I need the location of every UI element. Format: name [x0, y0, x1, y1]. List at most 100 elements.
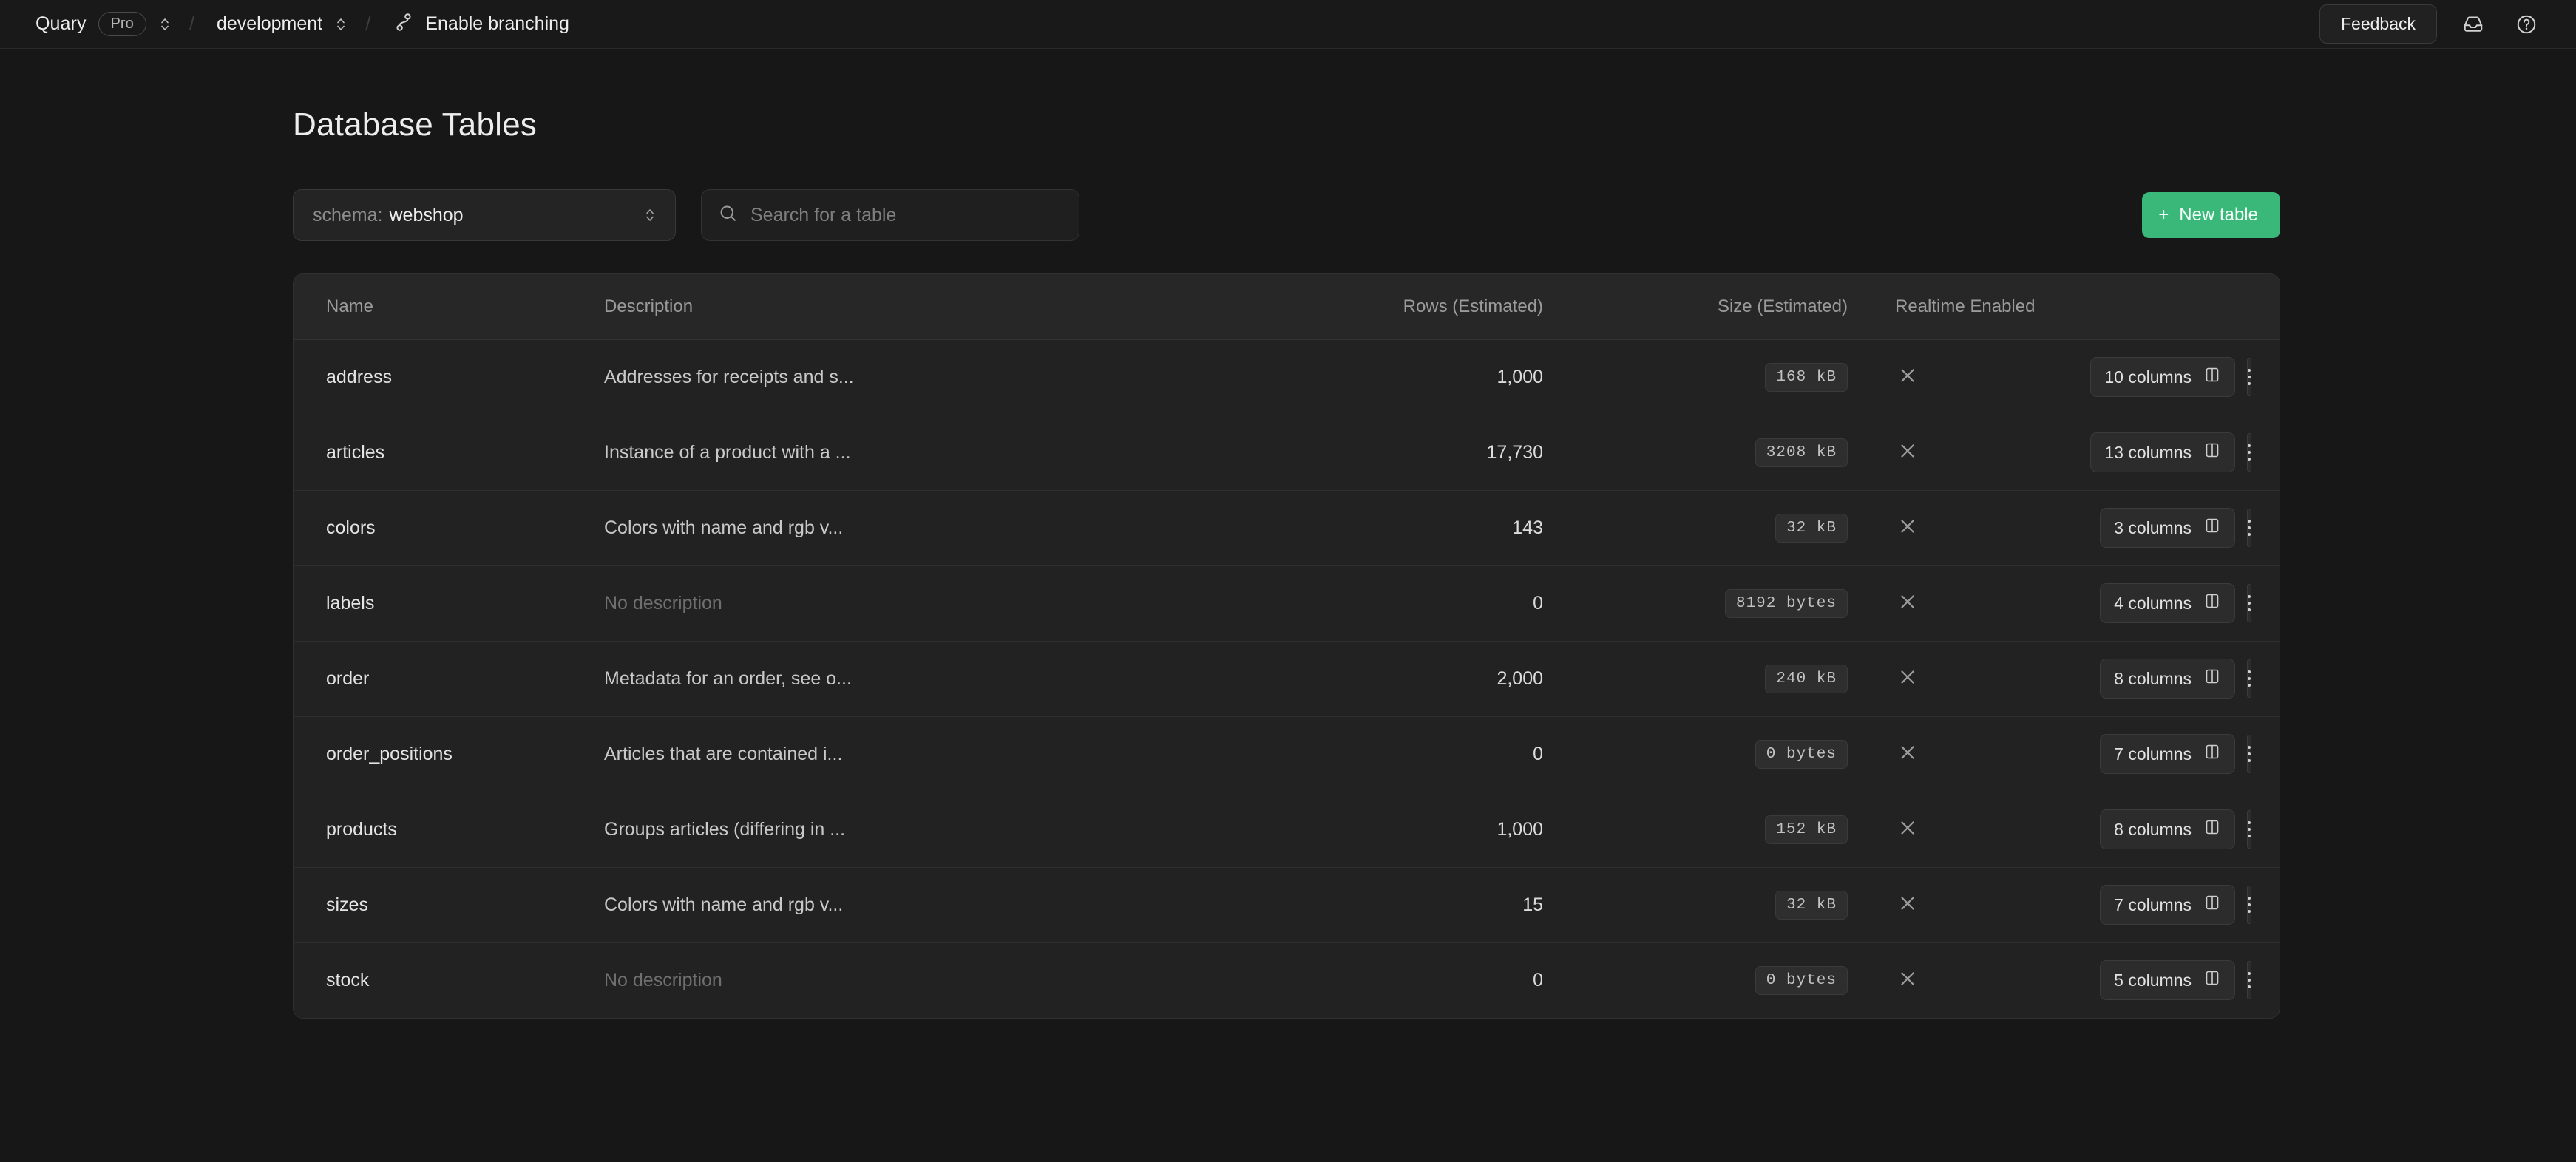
table-rows-estimated-cell: 0 [1151, 565, 1543, 641]
x-icon[interactable] [1895, 363, 1920, 388]
table-rows-estimated-cell: 17,730 [1151, 415, 1543, 490]
columns-button-label: 8 columns [2114, 669, 2192, 689]
table-size-cell: 0 bytes [1543, 942, 1861, 1018]
columns-button[interactable]: 7 columns [2100, 734, 2235, 774]
columns-button-label: 8 columns [2114, 820, 2192, 840]
table-name-cell[interactable]: order_positions [294, 716, 604, 792]
table-description-cell: Colors with name and rgb v... [604, 490, 1151, 565]
columns-button-label: 10 columns [2104, 367, 2192, 387]
size-badge: 8192 bytes [1725, 589, 1848, 618]
columns-icon [2203, 743, 2221, 765]
row-menu-button[interactable] [2247, 735, 2251, 773]
x-icon[interactable] [1895, 815, 1920, 840]
table-size-cell: 240 kB [1543, 641, 1861, 716]
x-icon[interactable] [1895, 966, 1920, 991]
table-rows-estimated-cell: 15 [1151, 867, 1543, 942]
row-menu-button[interactable] [2247, 584, 2251, 622]
row-menu-button[interactable] [2247, 659, 2251, 698]
vertical-dots-icon [2248, 821, 2251, 837]
columns-button[interactable]: 8 columns [2100, 809, 2235, 849]
columns-icon [2203, 517, 2221, 539]
columns-button[interactable]: 7 columns [2100, 885, 2235, 925]
realtime-enabled-cell [1861, 867, 2105, 942]
column-header-name: Name [294, 274, 604, 339]
x-icon[interactable] [1895, 740, 1920, 765]
schema-select[interactable]: schema: webshop [293, 189, 676, 241]
column-header-size: Size (Estimated) [1543, 274, 1861, 339]
columns-button[interactable]: 10 columns [2090, 357, 2235, 397]
table-name-cell[interactable]: colors [294, 490, 604, 565]
new-table-button[interactable]: + New table [2142, 192, 2280, 238]
x-icon[interactable] [1895, 891, 1920, 916]
table-description-cell: Instance of a product with a ... [604, 415, 1151, 490]
table-row[interactable]: sizesColors with name and rgb v...1532 k… [294, 867, 2280, 942]
columns-button-label: 7 columns [2114, 895, 2192, 915]
table-row[interactable]: stockNo description00 bytes5 columns [294, 942, 2280, 1018]
table-name-cell[interactable]: address [294, 339, 604, 415]
table-name-cell[interactable]: order [294, 641, 604, 716]
breadcrumb-workspace[interactable]: Quary Pro [30, 9, 152, 39]
table-size-cell: 0 bytes [1543, 716, 1861, 792]
column-header-actions [2105, 274, 2280, 339]
inbox-icon[interactable] [2456, 7, 2490, 41]
columns-button[interactable]: 3 columns [2100, 508, 2235, 548]
table-name-cell[interactable]: labels [294, 565, 604, 641]
size-badge: 32 kB [1775, 514, 1848, 543]
table-name-cell[interactable]: sizes [294, 867, 604, 942]
new-table-label: New table [2179, 205, 2258, 225]
columns-button-label: 4 columns [2114, 594, 2192, 614]
columns-button[interactable]: 4 columns [2100, 583, 2235, 623]
git-branch-icon [394, 12, 413, 36]
size-badge: 32 kB [1775, 891, 1848, 920]
help-circle-icon[interactable] [2509, 7, 2543, 41]
row-actions-cell: 4 columns [2105, 565, 2280, 641]
x-icon[interactable] [1895, 514, 1920, 539]
workspace-chevron-updown-icon[interactable] [157, 13, 173, 35]
table-name-cell[interactable]: stock [294, 942, 604, 1018]
table-size-cell: 168 kB [1543, 339, 1861, 415]
vertical-dots-icon [2248, 897, 2251, 913]
table-row[interactable]: articlesInstance of a product with a ...… [294, 415, 2280, 490]
row-menu-button[interactable] [2247, 810, 2251, 849]
table-row[interactable]: labelsNo description08192 bytes4 columns [294, 565, 2280, 641]
feedback-button[interactable]: Feedback [2319, 4, 2437, 44]
row-menu-button[interactable] [2247, 886, 2251, 924]
x-icon[interactable] [1895, 589, 1920, 614]
table-name-cell[interactable]: products [294, 792, 604, 867]
columns-button[interactable]: 13 columns [2090, 432, 2235, 472]
x-icon[interactable] [1895, 438, 1920, 463]
table-row[interactable]: order_positionsArticles that are contain… [294, 716, 2280, 792]
vertical-dots-icon [2248, 520, 2251, 536]
size-badge: 152 kB [1765, 815, 1848, 844]
table-header: Name Description Rows (Estimated) Size (… [294, 274, 2280, 339]
table-rows-estimated-cell: 1,000 [1151, 339, 1543, 415]
realtime-enabled-cell [1861, 641, 2105, 716]
table-description-cell: Articles that are contained i... [604, 716, 1151, 792]
breadcrumb-environment[interactable]: development [211, 10, 328, 38]
table-row[interactable]: addressAddresses for receipts and s...1,… [294, 339, 2280, 415]
x-icon[interactable] [1895, 665, 1920, 690]
table-row[interactable]: productsGroups articles (differing in ..… [294, 792, 2280, 867]
row-actions: 4 columns [2105, 583, 2251, 623]
enable-branching-button[interactable]: Enable branching [387, 9, 577, 39]
realtime-enabled-cell [1861, 339, 2105, 415]
search-input[interactable] [750, 205, 1062, 226]
row-menu-button[interactable] [2247, 433, 2251, 472]
row-actions: 13 columns [2105, 432, 2251, 472]
environment-name: development [217, 13, 322, 35]
row-actions-cell: 5 columns [2105, 942, 2280, 1018]
table-description-cell: Addresses for receipts and s... [604, 339, 1151, 415]
columns-button[interactable]: 5 columns [2100, 960, 2235, 1000]
realtime-enabled-cell [1861, 565, 2105, 641]
table-row[interactable]: colorsColors with name and rgb v...14332… [294, 490, 2280, 565]
row-menu-button[interactable] [2247, 961, 2251, 999]
row-menu-button[interactable] [2247, 358, 2251, 396]
search-box[interactable] [701, 189, 1079, 241]
table-name-cell[interactable]: articles [294, 415, 604, 490]
row-menu-button[interactable] [2247, 509, 2251, 547]
row-actions-cell: 8 columns [2105, 641, 2280, 716]
environment-chevron-updown-icon[interactable] [333, 13, 349, 35]
columns-button[interactable]: 8 columns [2100, 659, 2235, 699]
table-row[interactable]: orderMetadata for an order, see o...2,00… [294, 641, 2280, 716]
columns-icon [2203, 441, 2221, 463]
